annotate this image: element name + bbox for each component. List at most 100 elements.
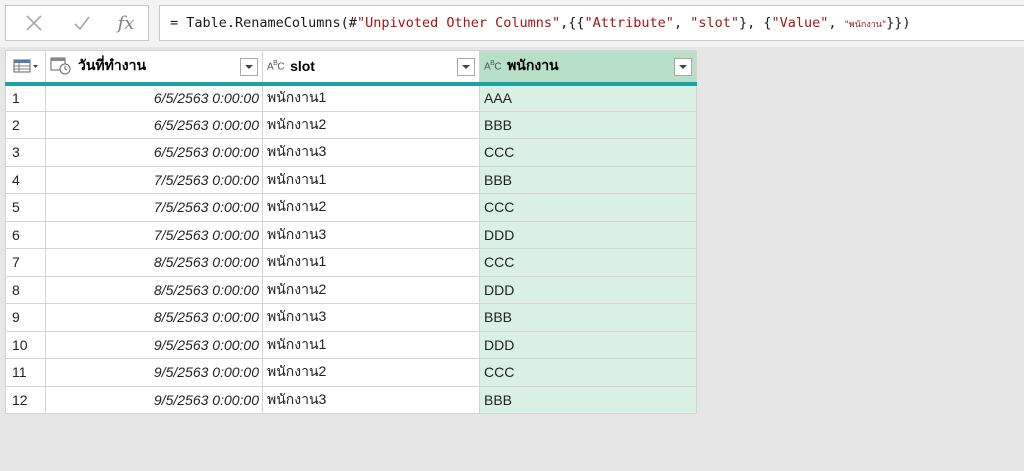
cell-employee[interactable]: CCC xyxy=(479,193,697,222)
formula-bar: fx = Table.RenameColumns(#"Unpivoted Oth… xyxy=(0,0,1024,47)
cell-employee[interactable]: DDD xyxy=(479,275,697,304)
formula-slot: "slot" xyxy=(690,15,739,31)
formula-sep2: , xyxy=(828,15,845,31)
cell-slot[interactable]: พนักงาน2 xyxy=(262,275,480,304)
row-number[interactable]: 1 xyxy=(5,83,46,112)
row-number[interactable]: 10 xyxy=(5,330,46,359)
close-icon xyxy=(26,15,42,31)
table-row: 11 9/5/2563 0:00:00 พนักงาน2 CCC xyxy=(5,358,697,387)
row-number[interactable]: 8 xyxy=(5,275,46,304)
cell-slot[interactable]: พนักงาน3 xyxy=(262,220,480,249)
cell-slot[interactable]: พนักงาน1 xyxy=(262,83,480,112)
formula-mid2: }, { xyxy=(738,15,772,31)
formula-suffix: }}) xyxy=(886,15,911,31)
grid-body: 1 6/5/2563 0:00:00 พนักงาน1 AAA 2 6/5/2563 0:… xyxy=(5,83,697,414)
formula-emp: "พนักงาน" xyxy=(844,20,887,30)
table-row: 2 6/5/2563 0:00:00 พนักงาน2 BBB xyxy=(5,110,697,139)
row-number[interactable]: 7 xyxy=(5,248,46,277)
table-row: 1 6/5/2563 0:00:00 พนักงาน1 AAA xyxy=(5,83,697,112)
header-row: วันที่ทำงาน ABC slot ABC พนักงาน xyxy=(5,50,697,84)
data-grid: วันที่ทำงาน ABC slot ABC พนักงาน 1 6/5/2… xyxy=(5,50,697,414)
cell-date[interactable]: 7/5/2563 0:00:00 xyxy=(45,193,263,222)
table-row: 12 9/5/2563 0:00:00 พนักงาน3 BBB xyxy=(5,385,697,414)
column-filter-slot[interactable] xyxy=(457,58,475,76)
cell-date[interactable]: 7/5/2563 0:00:00 xyxy=(45,220,263,249)
cell-employee[interactable]: DDD xyxy=(479,330,697,359)
cell-date[interactable]: 6/5/2563 0:00:00 xyxy=(45,110,263,139)
datetime-icon xyxy=(50,57,71,75)
cell-employee[interactable]: BBB xyxy=(479,165,697,194)
cell-date[interactable]: 9/5/2563 0:00:00 xyxy=(45,385,263,414)
cell-employee[interactable]: BBB xyxy=(479,385,697,414)
column-filter-date[interactable] xyxy=(240,58,258,76)
confirm-button[interactable] xyxy=(62,6,102,40)
table-row: 4 7/5/2563 0:00:00 พนักงาน1 BBB xyxy=(5,165,697,194)
text-type-icon: ABC xyxy=(484,60,502,73)
cell-employee[interactable]: BBB xyxy=(479,110,697,139)
row-number[interactable]: 11 xyxy=(5,358,46,387)
cell-slot[interactable]: พนักงาน1 xyxy=(262,165,480,194)
column-header-date[interactable]: วันที่ทำงาน xyxy=(45,50,263,84)
table-row: 9 8/5/2563 0:00:00 พนักงาน3 BBB xyxy=(5,303,697,332)
table-menu-button[interactable] xyxy=(5,50,46,84)
table-icon xyxy=(13,59,38,73)
cell-date[interactable]: 6/5/2563 0:00:00 xyxy=(45,83,263,112)
column-header-employee[interactable]: ABC พนักงาน xyxy=(479,50,697,84)
cell-employee[interactable]: CCC xyxy=(479,138,697,167)
cell-employee[interactable]: CCC xyxy=(479,358,697,387)
cell-date[interactable]: 8/5/2563 0:00:00 xyxy=(45,248,263,277)
formula-step: "Unpivoted Other Columns" xyxy=(356,15,561,31)
formula-prefix: = Table.RenameColumns(# xyxy=(170,15,357,31)
check-icon xyxy=(74,16,90,31)
cell-slot[interactable]: พนักงาน2 xyxy=(262,193,480,222)
table-row: 6 7/5/2563 0:00:00 พนักงาน3 DDD xyxy=(5,220,697,249)
cell-slot[interactable]: พนักงาน1 xyxy=(262,330,480,359)
formula-attr: "Attribute" xyxy=(584,15,674,31)
cell-slot[interactable]: พนักงาน3 xyxy=(262,385,480,414)
formula-input[interactable]: = Table.RenameColumns(#"Unpivoted Other … xyxy=(159,5,1024,41)
formula-bar-buttons: fx xyxy=(5,5,149,41)
cell-date[interactable]: 8/5/2563 0:00:00 xyxy=(45,275,263,304)
cell-date[interactable]: 6/5/2563 0:00:00 xyxy=(45,138,263,167)
table-row: 7 8/5/2563 0:00:00 พนักงาน1 CCC xyxy=(5,248,697,277)
column-label-employee: พนักงาน xyxy=(507,57,559,74)
cell-date[interactable]: 9/5/2563 0:00:00 xyxy=(45,358,263,387)
row-number[interactable]: 2 xyxy=(5,110,46,139)
cell-date[interactable]: 8/5/2563 0:00:00 xyxy=(45,303,263,332)
row-number[interactable]: 12 xyxy=(5,385,46,414)
text-type-icon: ABC xyxy=(267,60,285,73)
table-row: 3 6/5/2563 0:00:00 พนักงาน3 CCC xyxy=(5,138,697,167)
row-number[interactable]: 4 xyxy=(5,165,46,194)
column-header-slot[interactable]: ABC slot xyxy=(262,50,480,84)
cell-date[interactable]: 7/5/2563 0:00:00 xyxy=(45,165,263,194)
column-filter-employee[interactable] xyxy=(674,58,692,76)
cell-date[interactable]: 9/5/2563 0:00:00 xyxy=(45,330,263,359)
row-number[interactable]: 9 xyxy=(5,303,46,332)
cell-employee[interactable]: BBB xyxy=(479,303,697,332)
formula-mid1: ,{{ xyxy=(560,15,585,31)
table-row: 5 7/5/2563 0:00:00 พนักงาน2 CCC xyxy=(5,193,697,222)
column-label-slot: slot xyxy=(290,58,315,75)
formula-sep1: , xyxy=(673,15,691,31)
cell-employee[interactable]: CCC xyxy=(479,248,697,277)
chevron-down-icon xyxy=(245,65,253,69)
cell-slot[interactable]: พนักงาน1 xyxy=(262,248,480,277)
cancel-button[interactable] xyxy=(14,6,54,40)
table-row: 10 9/5/2563 0:00:00 พนักงาน1 DDD xyxy=(5,330,697,359)
chevron-down-icon xyxy=(679,65,687,69)
cell-slot[interactable]: พนักงาน3 xyxy=(262,138,480,167)
cell-slot[interactable]: พนักงาน3 xyxy=(262,303,480,332)
fx-button[interactable]: fx xyxy=(106,6,146,40)
formula-value: "Value" xyxy=(771,15,829,31)
row-number[interactable]: 3 xyxy=(5,138,46,167)
cell-slot[interactable]: พนักงาน2 xyxy=(262,358,480,387)
row-number[interactable]: 6 xyxy=(5,220,46,249)
chevron-down-icon xyxy=(462,65,470,69)
cell-employee[interactable]: DDD xyxy=(479,220,697,249)
table-row: 8 8/5/2563 0:00:00 พนักงาน2 DDD xyxy=(5,275,697,304)
fx-label: fx xyxy=(117,12,135,34)
column-label-date: วันที่ทำงาน xyxy=(78,57,147,74)
cell-slot[interactable]: พนักงาน2 xyxy=(262,110,480,139)
row-number[interactable]: 5 xyxy=(5,193,46,222)
cell-employee[interactable]: AAA xyxy=(479,83,697,112)
